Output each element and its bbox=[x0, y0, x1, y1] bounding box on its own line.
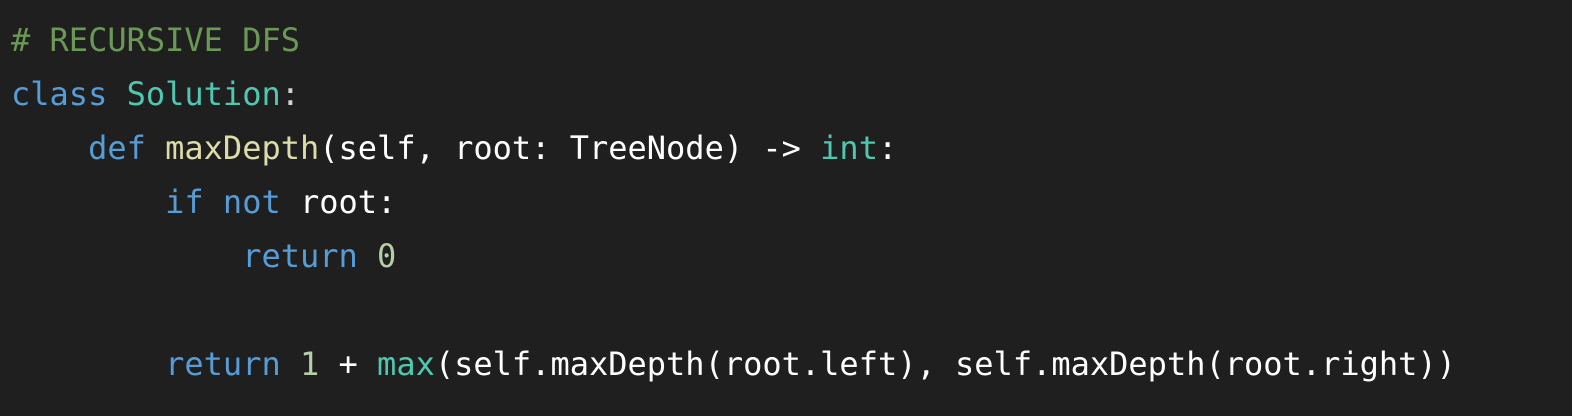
code-token-ident: (self.maxDepth(root.left), self.maxDepth… bbox=[434, 345, 1456, 383]
code-line: return 1 + max(self.maxDepth(root.left),… bbox=[11, 337, 1572, 391]
code-token-builtin: max bbox=[377, 345, 435, 383]
code-token-type: int bbox=[820, 129, 878, 167]
code-token-keyword: class bbox=[11, 75, 108, 113]
code-editor[interactable]: # RECURSIVE DFS class Solution: def maxDe… bbox=[0, 0, 1572, 416]
code-token-number: 1 bbox=[299, 345, 320, 383]
code-line: # RECURSIVE DFS bbox=[11, 13, 1572, 67]
code-token-plain: : bbox=[280, 75, 300, 113]
code-block: # RECURSIVE DFS class Solution: def maxDe… bbox=[11, 13, 1572, 391]
code-token-keyword: if bbox=[165, 183, 204, 221]
code-token-ident: : bbox=[877, 129, 898, 167]
code-token-ident: (self, root: TreeNode) -> bbox=[319, 129, 821, 167]
code-token-number: 0 bbox=[377, 237, 397, 275]
code-line: def maxDepth(self, root: TreeNode) -> in… bbox=[11, 121, 1572, 175]
code-token-keyword: not bbox=[222, 183, 281, 221]
code-token-keyword: def bbox=[88, 129, 146, 167]
code-token-type: Solution bbox=[126, 75, 281, 113]
code-token-keyword: return bbox=[242, 237, 358, 275]
code-line: return 0 bbox=[11, 229, 1572, 283]
code-line: class Solution: bbox=[11, 67, 1572, 121]
code-token-comment: # RECURSIVE DFS bbox=[11, 21, 300, 59]
code-token-func: maxDepth bbox=[165, 129, 320, 167]
code-line: if not root: bbox=[11, 175, 1572, 229]
code-token-ident: + bbox=[319, 345, 378, 383]
code-token-keyword: return bbox=[165, 345, 281, 383]
code-token-ident: root: bbox=[280, 183, 397, 221]
